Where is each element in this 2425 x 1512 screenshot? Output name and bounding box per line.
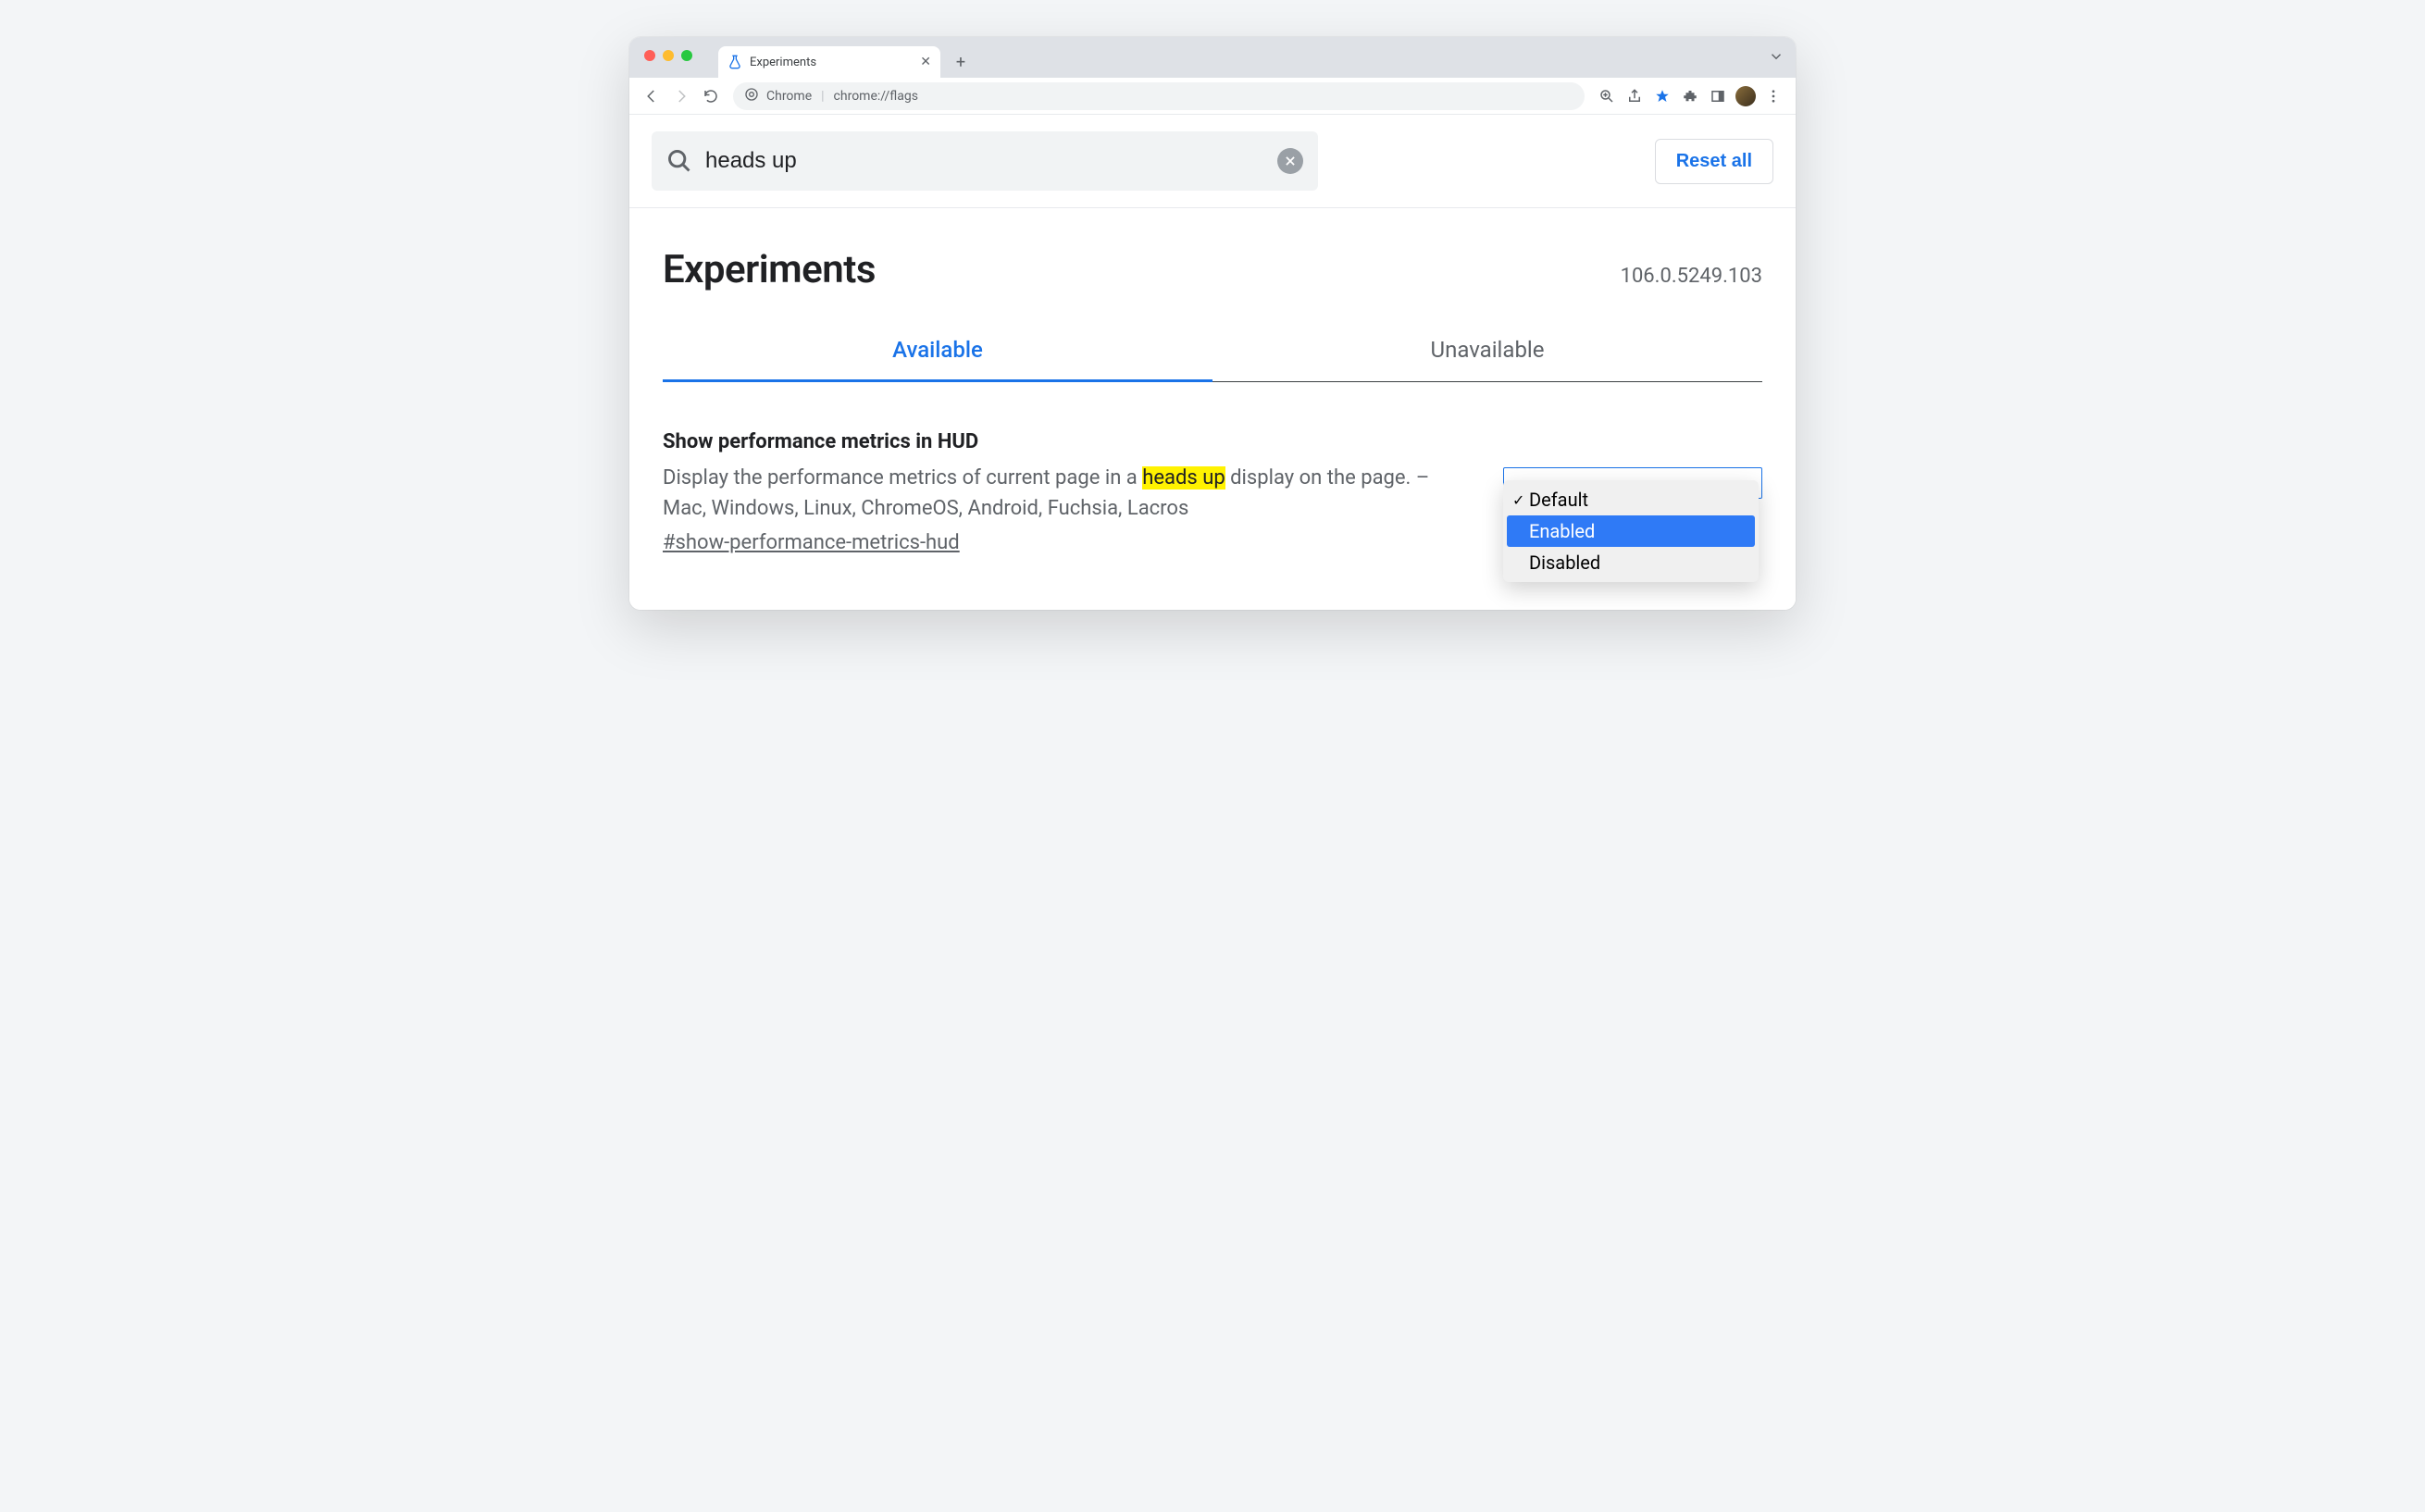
flask-icon bbox=[728, 55, 742, 69]
flag-desc-before: Display the performance metrics of curre… bbox=[663, 466, 1142, 490]
tab-strip: Experiments ✕ + bbox=[629, 37, 1796, 78]
flag-hash-link[interactable]: #show-performance-metrics-hud bbox=[663, 531, 960, 554]
toolbar-right bbox=[1594, 83, 1786, 109]
search-row: Reset all bbox=[629, 115, 1796, 208]
close-window-button[interactable] bbox=[644, 50, 655, 61]
tab-title: Experiments bbox=[750, 56, 913, 69]
browser-toolbar: Chrome | chrome://flags bbox=[629, 78, 1796, 115]
zoom-icon[interactable] bbox=[1594, 83, 1620, 109]
forward-button[interactable] bbox=[668, 83, 694, 109]
tab-overflow-icon[interactable] bbox=[1768, 48, 1785, 68]
chrome-icon bbox=[744, 87, 759, 105]
extensions-icon[interactable] bbox=[1677, 83, 1703, 109]
option-default[interactable]: Default bbox=[1507, 484, 1755, 515]
browser-tab[interactable]: Experiments ✕ bbox=[718, 46, 940, 78]
search-input[interactable] bbox=[705, 148, 1264, 174]
share-icon[interactable] bbox=[1622, 83, 1648, 109]
flag-title: Show performance metrics in HUD bbox=[663, 430, 1475, 453]
sidepanel-icon[interactable] bbox=[1705, 83, 1731, 109]
option-enabled[interactable]: Enabled bbox=[1507, 515, 1755, 547]
browser-window: Experiments ✕ + Chrome | chrome://flags bbox=[629, 37, 1796, 610]
new-tab-button[interactable]: + bbox=[948, 49, 974, 75]
search-highlight: heads up bbox=[1142, 466, 1225, 490]
bookmark-icon[interactable] bbox=[1649, 83, 1675, 109]
omnibox[interactable]: Chrome | chrome://flags bbox=[733, 82, 1585, 110]
search-box bbox=[652, 131, 1318, 191]
flag-entry: Show performance metrics in HUD Display … bbox=[629, 382, 1796, 610]
tab-unavailable[interactable]: Unavailable bbox=[1212, 337, 1762, 382]
omnibox-prefix: Chrome bbox=[766, 89, 812, 104]
close-tab-icon[interactable]: ✕ bbox=[920, 55, 931, 69]
omnibox-url: chrome://flags bbox=[834, 89, 918, 104]
flag-description: Display the performance metrics of curre… bbox=[663, 463, 1475, 524]
version-label: 106.0.5249.103 bbox=[1621, 265, 1762, 288]
profile-avatar[interactable] bbox=[1733, 83, 1759, 109]
flags-page: Reset all Experiments 106.0.5249.103 Ava… bbox=[629, 115, 1796, 610]
reload-button[interactable] bbox=[698, 83, 724, 109]
experiment-tabs: Available Unavailable bbox=[663, 337, 1762, 382]
clear-search-button[interactable] bbox=[1277, 148, 1303, 174]
flag-dropdown[interactable]: Default Enabled Disabled bbox=[1503, 467, 1762, 554]
fullscreen-window-button[interactable] bbox=[681, 50, 692, 61]
flag-text: Show performance metrics in HUD Display … bbox=[663, 430, 1475, 554]
close-icon bbox=[1284, 155, 1297, 167]
kebab-menu-icon[interactable] bbox=[1760, 83, 1786, 109]
window-controls bbox=[644, 50, 692, 61]
option-disabled[interactable]: Disabled bbox=[1507, 547, 1755, 578]
tab-available[interactable]: Available bbox=[663, 337, 1212, 382]
minimize-window-button[interactable] bbox=[663, 50, 674, 61]
page-title: Experiments bbox=[663, 247, 876, 292]
back-button[interactable] bbox=[639, 83, 665, 109]
omnibox-divider: | bbox=[821, 89, 824, 104]
dropdown-options: Default Enabled Disabled bbox=[1503, 480, 1759, 582]
header-row: Experiments 106.0.5249.103 bbox=[629, 208, 1796, 300]
search-icon bbox=[666, 148, 692, 174]
reset-all-button[interactable]: Reset all bbox=[1655, 139, 1773, 184]
